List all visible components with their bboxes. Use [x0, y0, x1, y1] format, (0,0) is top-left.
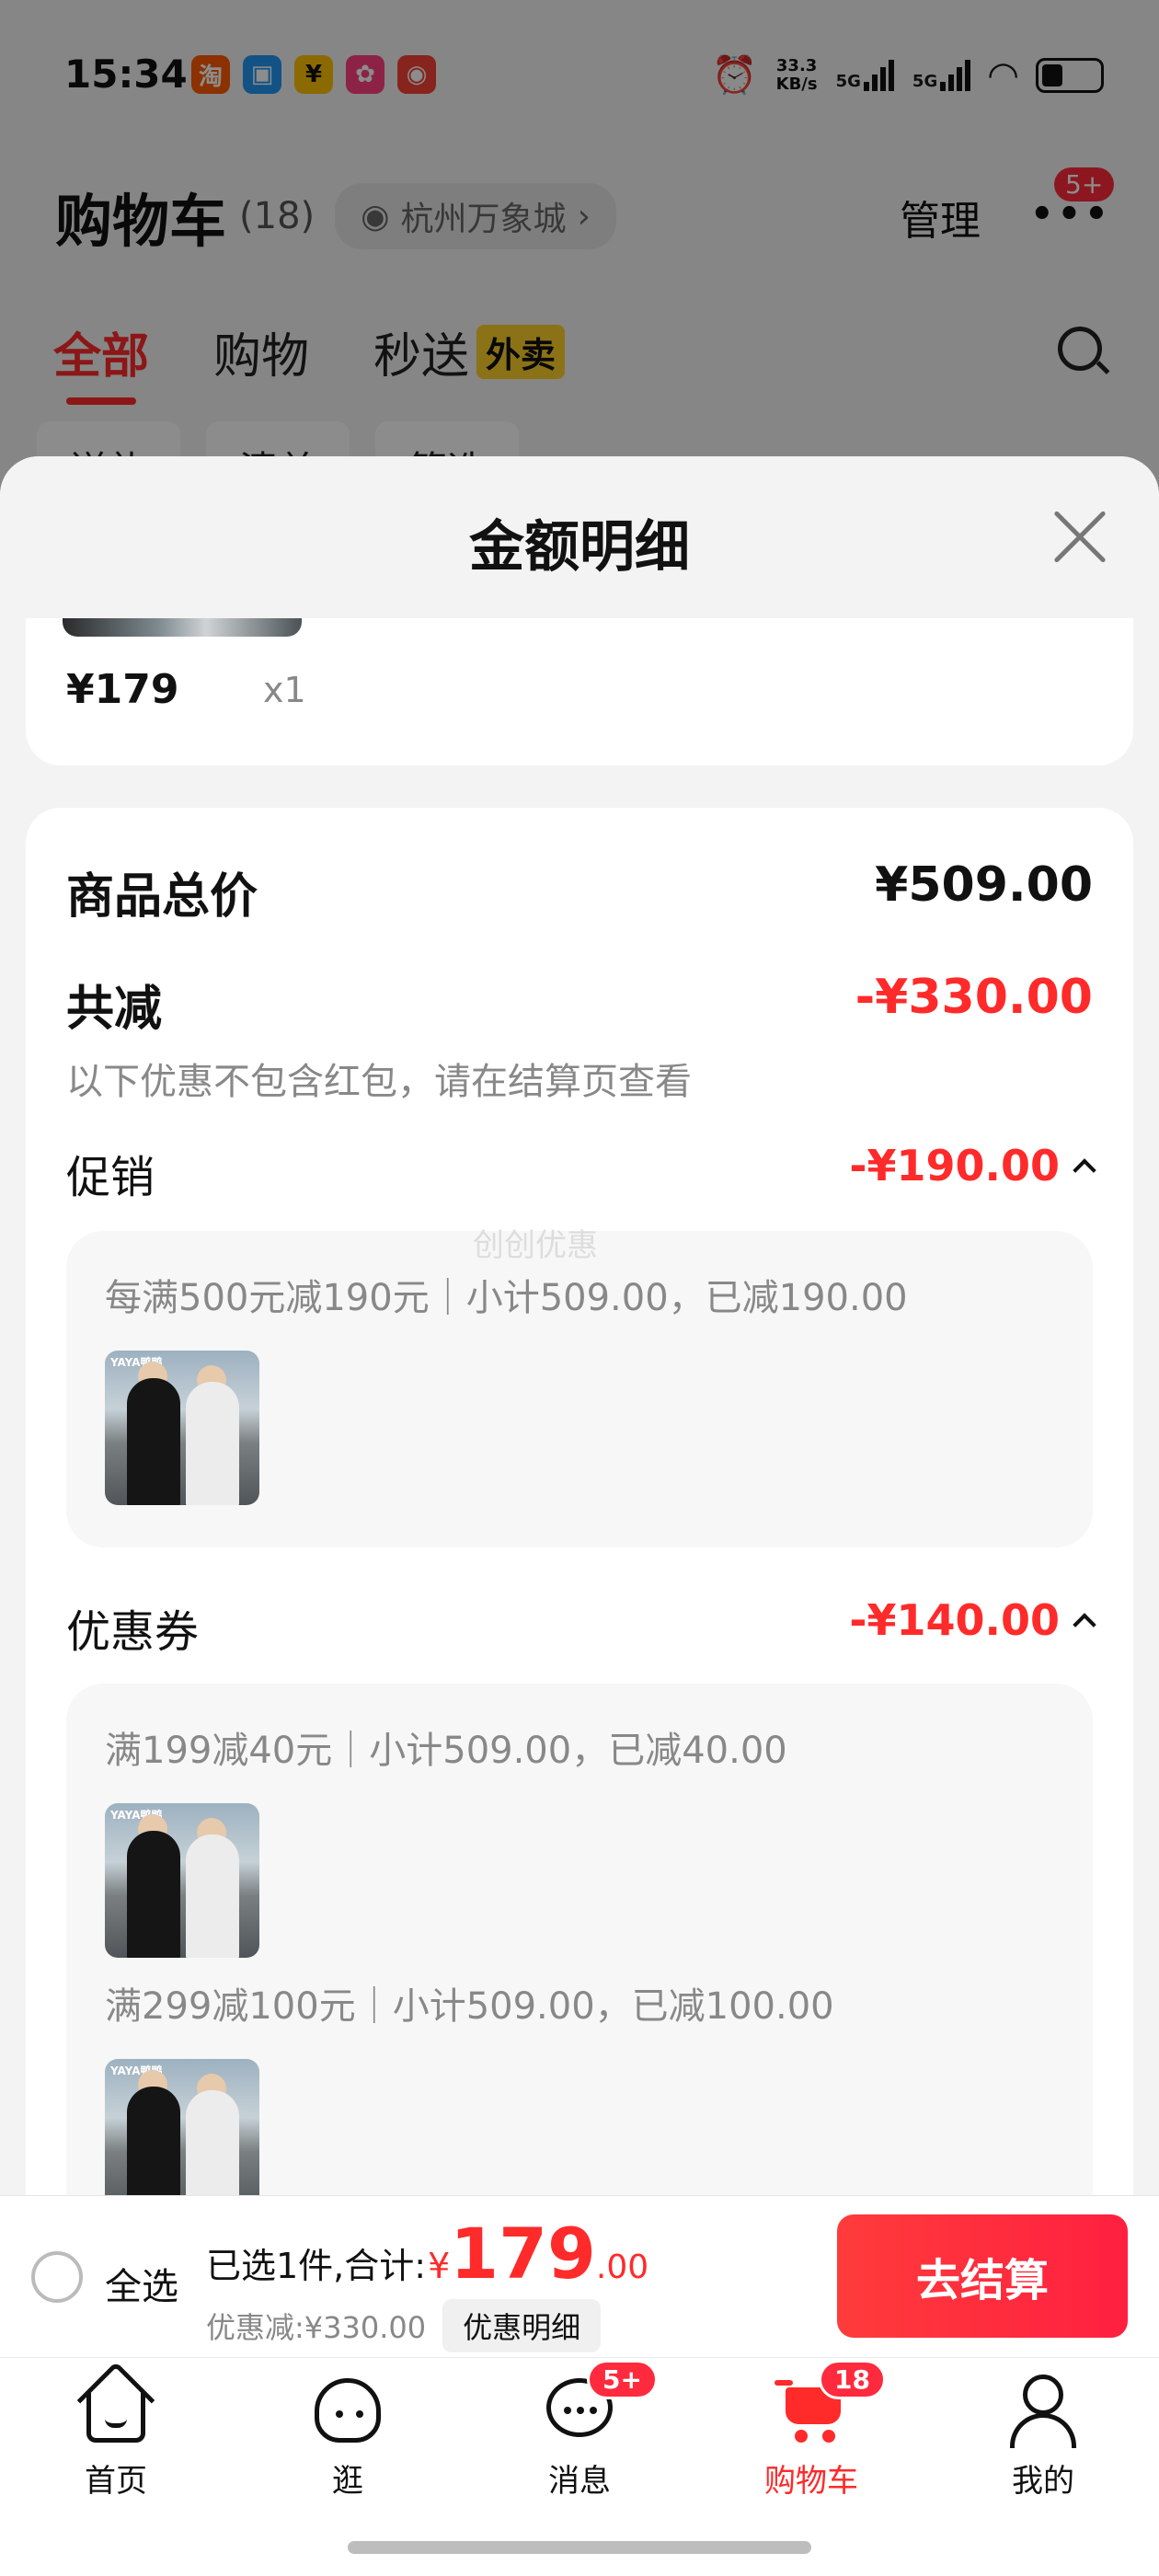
cart-item-card: ¥179 x1 — [26, 600, 1133, 765]
cart-badge: 18 — [819, 2360, 886, 2399]
product-thumbnail[interactable]: YAYA鸭鸭 — [105, 1351, 259, 1505]
cart-icon: 18 — [775, 2360, 886, 2446]
select-all-label[interactable]: 全选 — [105, 2257, 178, 2310]
coupon-detail-box: 满199减40元｜小计509.00，已减40.00 YAYA鸭鸭 满299减10… — [66, 1684, 1093, 2236]
home-icon — [76, 2361, 155, 2446]
total-summary: 已选1件,合计: ¥ 179 .00 — [206, 2213, 648, 2294]
discount-summary-text: 优惠减:¥330.00 — [206, 2310, 427, 2345]
tab-home[interactable]: 首页 — [33, 2361, 199, 2501]
tab-profile[interactable]: 我的 — [960, 2373, 1126, 2501]
total-price-row: 商品总价 ¥509.00 — [66, 857, 1093, 926]
coupon-row[interactable]: 优惠券 -¥140.00 — [66, 1595, 1096, 1660]
home-indicator[interactable] — [348, 2541, 811, 2554]
tab-label: 我的 — [1012, 2463, 1074, 2500]
discount-note: 以下优惠不包含红包，请在结算页查看 — [66, 1061, 692, 1103]
discover-icon — [311, 2373, 384, 2446]
chevron-up-icon[interactable] — [1073, 1158, 1096, 1182]
tab-cart[interactable]: 18 购物车 — [729, 2360, 894, 2501]
total-amount-decimal: .00 — [595, 2248, 649, 2286]
select-all-radio[interactable] — [31, 2251, 83, 2303]
coupon-rule-line: 满199减40元｜小计509.00，已减40.00 — [105, 1730, 787, 1772]
message-icon: 5+ — [543, 2360, 658, 2446]
promotion-value: -¥190.00 — [849, 1141, 1096, 1190]
chevron-up-icon[interactable] — [1073, 1613, 1096, 1637]
promotion-rule-line: 每满500元减190元｜小计509.00，已减190.00 — [105, 1277, 908, 1319]
promotion-detail-box: 每满500元减190元｜小计509.00，已减190.00 YAYA鸭鸭 — [66, 1231, 1093, 1547]
tab-label: 购物车 — [764, 2463, 858, 2500]
total-price-value: ¥509.00 — [875, 857, 1093, 913]
discount-summary: 优惠减:¥330.00 优惠明细 — [206, 2299, 602, 2352]
discount-detail-button[interactable]: 优惠明细 — [442, 2299, 602, 2352]
coupon-value: -¥140.00 — [849, 1595, 1096, 1645]
promotion-row[interactable]: 促销 -¥190.00 — [66, 1141, 1096, 1205]
discount-total-value: -¥330.00 — [855, 970, 1093, 1025]
watermark: 创创优惠 — [473, 1227, 598, 1264]
item-quantity: x1 — [263, 670, 306, 710]
tab-label: 消息 — [548, 2463, 611, 2500]
checkout-button[interactable]: 去结算 — [837, 2214, 1128, 2338]
tab-messages[interactable]: 5+ 消息 — [497, 2360, 662, 2501]
total-amount-integer: 179 — [450, 2213, 596, 2294]
promotion-amount: -¥190.00 — [849, 1141, 1060, 1190]
profile-icon — [1006, 2373, 1080, 2448]
item-price: ¥179 — [66, 666, 179, 713]
product-thumbnail[interactable]: YAYA鸭鸭 — [105, 2059, 259, 2214]
discount-total-row: 共减 -¥330.00 以下优惠不包含红包，请在结算页查看 — [66, 970, 1093, 1105]
checkout-bar: 全选 已选1件,合计: ¥ 179 .00 优惠减:¥330.00 优惠明细 去… — [0, 2195, 1159, 2357]
sheet-header: 金额明细 — [0, 456, 1159, 618]
summary-label: 已选1件,合计: — [206, 2246, 427, 2286]
sheet-title: 金额明细 — [469, 515, 690, 580]
tab-label: 逛 — [332, 2463, 363, 2500]
tab-label: 首页 — [85, 2463, 147, 2500]
currency-symbol: ¥ — [428, 2246, 451, 2286]
tab-discover[interactable]: 逛 — [265, 2373, 430, 2501]
coupon-rule-line: 满299减100元｜小计509.00，已减100.00 — [105, 1985, 834, 2028]
message-badge: 5+ — [587, 2360, 658, 2399]
product-thumbnail[interactable]: YAYA鸭鸭 — [105, 1803, 259, 1958]
coupon-amount: -¥140.00 — [849, 1595, 1060, 1645]
close-icon[interactable] — [1050, 508, 1109, 567]
